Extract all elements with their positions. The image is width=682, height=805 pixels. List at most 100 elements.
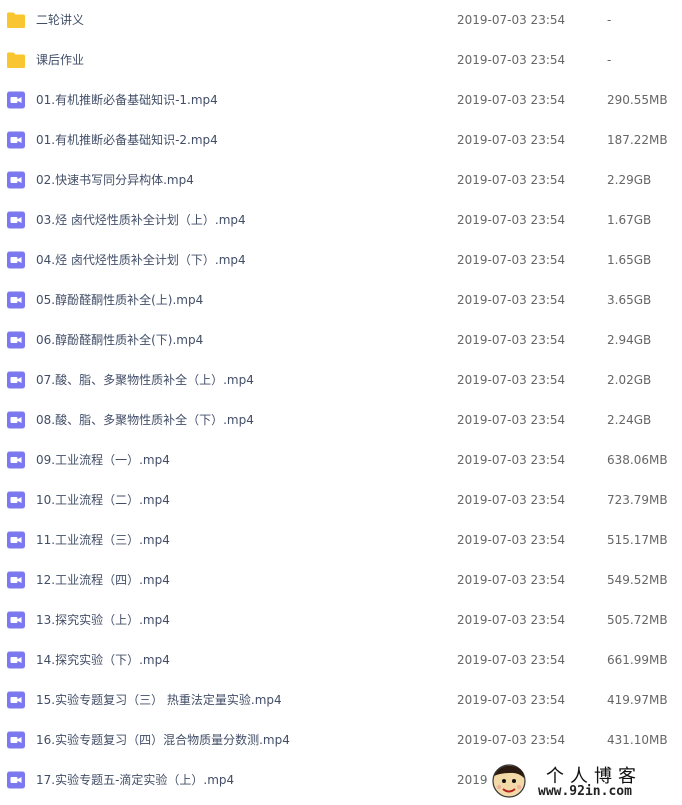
file-size: 505.72MB	[607, 613, 668, 627]
video-file-icon	[6, 91, 26, 109]
file-size: 549.52MB	[607, 573, 668, 587]
file-row[interactable]: 10.工业流程（二）.mp4 2019-07-03 23:54 723.79MB	[0, 480, 682, 520]
file-name[interactable]: 15.实验专题复习（三） 热重法定量实验.mp4	[36, 680, 282, 720]
file-date: 2019-07-03 23:54	[457, 293, 566, 307]
file-row[interactable]: 14.探究实验（下）.mp4 2019-07-03 23:54 661.99MB	[0, 640, 682, 680]
file-row[interactable]: 08.酸、脂、多聚物性质补全（下）.mp4 2019-07-03 23:54 2.2…	[0, 400, 682, 440]
video-file-icon	[6, 331, 26, 349]
file-name[interactable]: 03.烃 卤代烃性质补全计划（上）.mp4	[36, 200, 246, 240]
file-name[interactable]: 01.有机推断必备基础知识-2.mp4	[36, 120, 218, 160]
file-date: 2019-07-03 23:54	[457, 53, 566, 67]
file-date: 2019-07-03 23:54	[457, 93, 566, 107]
file-name[interactable]: 16.实验专题复习（四）混合物质量分数测.mp4	[36, 720, 290, 760]
file-row[interactable]: 09.工业流程（一）.mp4 2019-07-03 23:54 638.06MB	[0, 440, 682, 480]
file-row[interactable]: 12.工业流程（四）.mp4 2019-07-03 23:54 549.52MB	[0, 560, 682, 600]
file-date: 2019-07-03 23:54	[457, 133, 566, 147]
file-row[interactable]: 01.有机推断必备基础知识-1.mp4 2019-07-03 23:54 290.5…	[0, 80, 682, 120]
video-file-icon	[6, 411, 26, 429]
folder-icon	[6, 11, 26, 29]
file-date: 2019-07-03 23:54	[457, 613, 566, 627]
file-size: 3.65GB	[607, 293, 652, 307]
watermark-url: www.92in.com	[538, 784, 632, 799]
video-file-icon	[6, 371, 26, 389]
file-size: 431.10MB	[607, 733, 668, 747]
file-name[interactable]: 17.实验专题五-滴定实验（上）.mp4	[36, 760, 234, 800]
file-row[interactable]: 06.醇酚醛酮性质补全(下).mp4 2019-07-03 23:54 2.94GB	[0, 320, 682, 360]
file-date: 2019-07-03 23:54	[457, 333, 566, 347]
file-row[interactable]: 11.工业流程（三）.mp4 2019-07-03 23:54 515.17MB	[0, 520, 682, 560]
cartoon-face-logo	[492, 764, 526, 798]
file-date: 2019-07-03 23:54	[457, 213, 566, 227]
file-name[interactable]: 14.探究实验（下）.mp4	[36, 640, 170, 680]
file-row[interactable]: 16.实验专题复习（四）混合物质量分数测.mp4 2019-07-03 23:54…	[0, 720, 682, 760]
file-row[interactable]: 01.有机推断必备基础知识-2.mp4 2019-07-03 23:54 187.2…	[0, 120, 682, 160]
file-row[interactable]: 07.酸、脂、多聚物性质补全（上）.mp4 2019-07-03 23:54 2.0…	[0, 360, 682, 400]
video-file-icon	[6, 451, 26, 469]
file-row[interactable]: 03.烃 卤代烃性质补全计划（上）.mp4 2019-07-03 23:54 1.6…	[0, 200, 682, 240]
file-size: 1.67GB	[607, 213, 652, 227]
file-size: 515.17MB	[607, 533, 668, 547]
file-name[interactable]: 01.有机推断必备基础知识-1.mp4	[36, 80, 218, 120]
file-row[interactable]: 02.快速书写同分异构体.mp4 2019-07-03 23:54 2.29GB	[0, 160, 682, 200]
file-date: 2019-07-03 23:54	[457, 453, 566, 467]
file-size: 661.99MB	[607, 653, 668, 667]
file-name[interactable]: 08.酸、脂、多聚物性质补全（下）.mp4	[36, 400, 254, 440]
file-size: 2.29GB	[607, 173, 652, 187]
video-file-icon	[6, 651, 26, 669]
file-row[interactable]: 04.烃 卤代烃性质补全计划（下）.mp4 2019-07-03 23:54 1.6…	[0, 240, 682, 280]
file-date: 2019-07-03 23:54	[457, 373, 566, 387]
file-date: 2019-07-03 23:54	[457, 573, 566, 587]
file-size: -	[607, 13, 612, 27]
file-size: 723.79MB	[607, 493, 668, 507]
file-date: 2019-07-03 23:54	[457, 173, 566, 187]
video-file-icon	[6, 291, 26, 309]
file-date: 2019-07-03 23:54	[457, 253, 566, 267]
folder-icon	[6, 51, 26, 69]
file-name[interactable]: 07.酸、脂、多聚物性质补全（上）.mp4	[36, 360, 254, 400]
file-size: 1.65GB	[607, 253, 652, 267]
video-file-icon	[6, 571, 26, 589]
file-row[interactable]: 05.醇酚醛酮性质补全(上).mp4 2019-07-03 23:54 3.65GB	[0, 280, 682, 320]
file-date: 2019	[457, 773, 488, 787]
file-date: 2019-07-03 23:54	[457, 533, 566, 547]
video-file-icon	[6, 531, 26, 549]
file-name[interactable]: 10.工业流程（二）.mp4	[36, 480, 170, 520]
file-date: 2019-07-03 23:54	[457, 13, 566, 27]
file-size: 638.06MB	[607, 453, 668, 467]
file-name[interactable]: 09.工业流程（一）.mp4	[36, 440, 170, 480]
file-name[interactable]: 05.醇酚醛酮性质补全(上).mp4	[36, 280, 203, 320]
video-file-icon	[6, 491, 26, 509]
file-size: 2.02GB	[607, 373, 652, 387]
file-name[interactable]: 06.醇酚醛酮性质补全(下).mp4	[36, 320, 203, 360]
file-date: 2019-07-03 23:54	[457, 493, 566, 507]
file-name[interactable]: 课后作业	[36, 40, 84, 80]
file-date: 2019-07-03 23:54	[457, 653, 566, 667]
file-date: 2019-07-03 23:54	[457, 733, 566, 747]
file-name[interactable]: 11.工业流程（三）.mp4	[36, 520, 170, 560]
video-file-icon	[6, 771, 26, 789]
video-file-icon	[6, 691, 26, 709]
video-file-icon	[6, 731, 26, 749]
file-size: 2.94GB	[607, 333, 652, 347]
file-date: 2019-07-03 23:54	[457, 693, 566, 707]
file-row[interactable]: 13.探究实验（上）.mp4 2019-07-03 23:54 505.72MB	[0, 600, 682, 640]
file-name[interactable]: 13.探究实验（上）.mp4	[36, 600, 170, 640]
video-file-icon	[6, 171, 26, 189]
file-size: 290.55MB	[607, 93, 668, 107]
file-row[interactable]: 15.实验专题复习（三） 热重法定量实验.mp4 2019-07-03 23:54…	[0, 680, 682, 720]
file-name[interactable]: 04.烃 卤代烃性质补全计划（下）.mp4	[36, 240, 246, 280]
file-name[interactable]: 12.工业流程（四）.mp4	[36, 560, 170, 600]
file-list: 二轮讲义 2019-07-03 23:54 - 课后作业 2019-07-03 23:5…	[0, 0, 682, 800]
file-name[interactable]: 02.快速书写同分异构体.mp4	[36, 160, 194, 200]
file-size: 187.22MB	[607, 133, 668, 147]
folder-row[interactable]: 二轮讲义 2019-07-03 23:54 -	[0, 0, 682, 40]
video-file-icon	[6, 251, 26, 269]
file-date: 2019-07-03 23:54	[457, 413, 566, 427]
file-size: -	[607, 53, 612, 67]
folder-row[interactable]: 课后作业 2019-07-03 23:54 -	[0, 40, 682, 80]
file-size: 419.97MB	[607, 693, 668, 707]
file-size: 2.24GB	[607, 413, 652, 427]
watermark: 个人博客 www.92in.com	[488, 758, 680, 804]
file-name[interactable]: 二轮讲义	[36, 0, 84, 40]
video-file-icon	[6, 131, 26, 149]
